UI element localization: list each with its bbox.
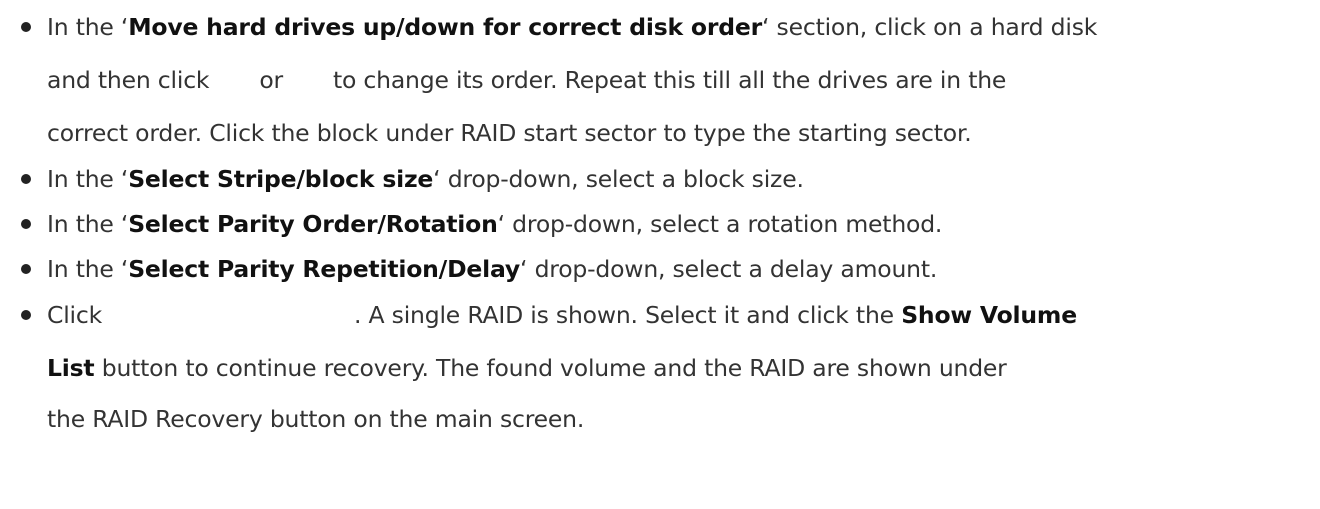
list-item-line: correct order. Click the block under RAI… (47, 119, 972, 147)
dropdown-name: Select Stripe/block size (128, 165, 434, 193)
bullet-icon (21, 264, 31, 274)
move-down-button-placeholder (283, 72, 333, 92)
list-item-line: List button to continue recovery. The fo… (47, 354, 1007, 382)
list-item-line: In the ‘Select Parity Order/Rotation‘ dr… (47, 210, 943, 238)
list-item: In the ‘Move hard drives up/down for cor… (0, 4, 1320, 158)
list-item-line: In the ‘Select Stripe/block size‘ drop-d… (47, 165, 804, 193)
list-item: In the ‘Select Parity Order/Rotation‘ dr… (0, 201, 1320, 248)
move-up-button-placeholder (209, 72, 259, 92)
bullet-icon (21, 174, 31, 184)
list-item: In the ‘Select Parity Repetition/Delay‘ … (0, 246, 1320, 293)
section-name: Move hard drives up/down for correct dis… (128, 13, 763, 41)
bullet-icon (21, 310, 31, 320)
list-item-line: Click. A single RAID is shown. Select it… (47, 301, 1077, 329)
dropdown-name: Select Parity Order/Rotation (128, 210, 498, 238)
list-item-line: and then click or to change its order. Rep… (47, 66, 1007, 94)
dropdown-name: Select Parity Repetition/Delay (128, 255, 521, 283)
list-item: Click. A single RAID is shown. Select it… (0, 292, 1320, 444)
list-item: In the ‘Select Stripe/block size‘ drop-d… (0, 156, 1320, 203)
bullet-icon (21, 22, 31, 32)
list-item-line: the RAID Recovery button on the main scr… (47, 405, 585, 433)
button-name: List (47, 354, 95, 382)
list-item-line: In the ‘Move hard drives up/down for cor… (47, 13, 1098, 41)
list-item-line: In the ‘Select Parity Repetition/Delay‘ … (47, 255, 938, 283)
instruction-list: In the ‘Move hard drives up/down for cor… (0, 0, 1320, 444)
bullet-icon (21, 219, 31, 229)
search-button-placeholder (102, 307, 354, 327)
button-name: Show Volume (901, 301, 1077, 329)
